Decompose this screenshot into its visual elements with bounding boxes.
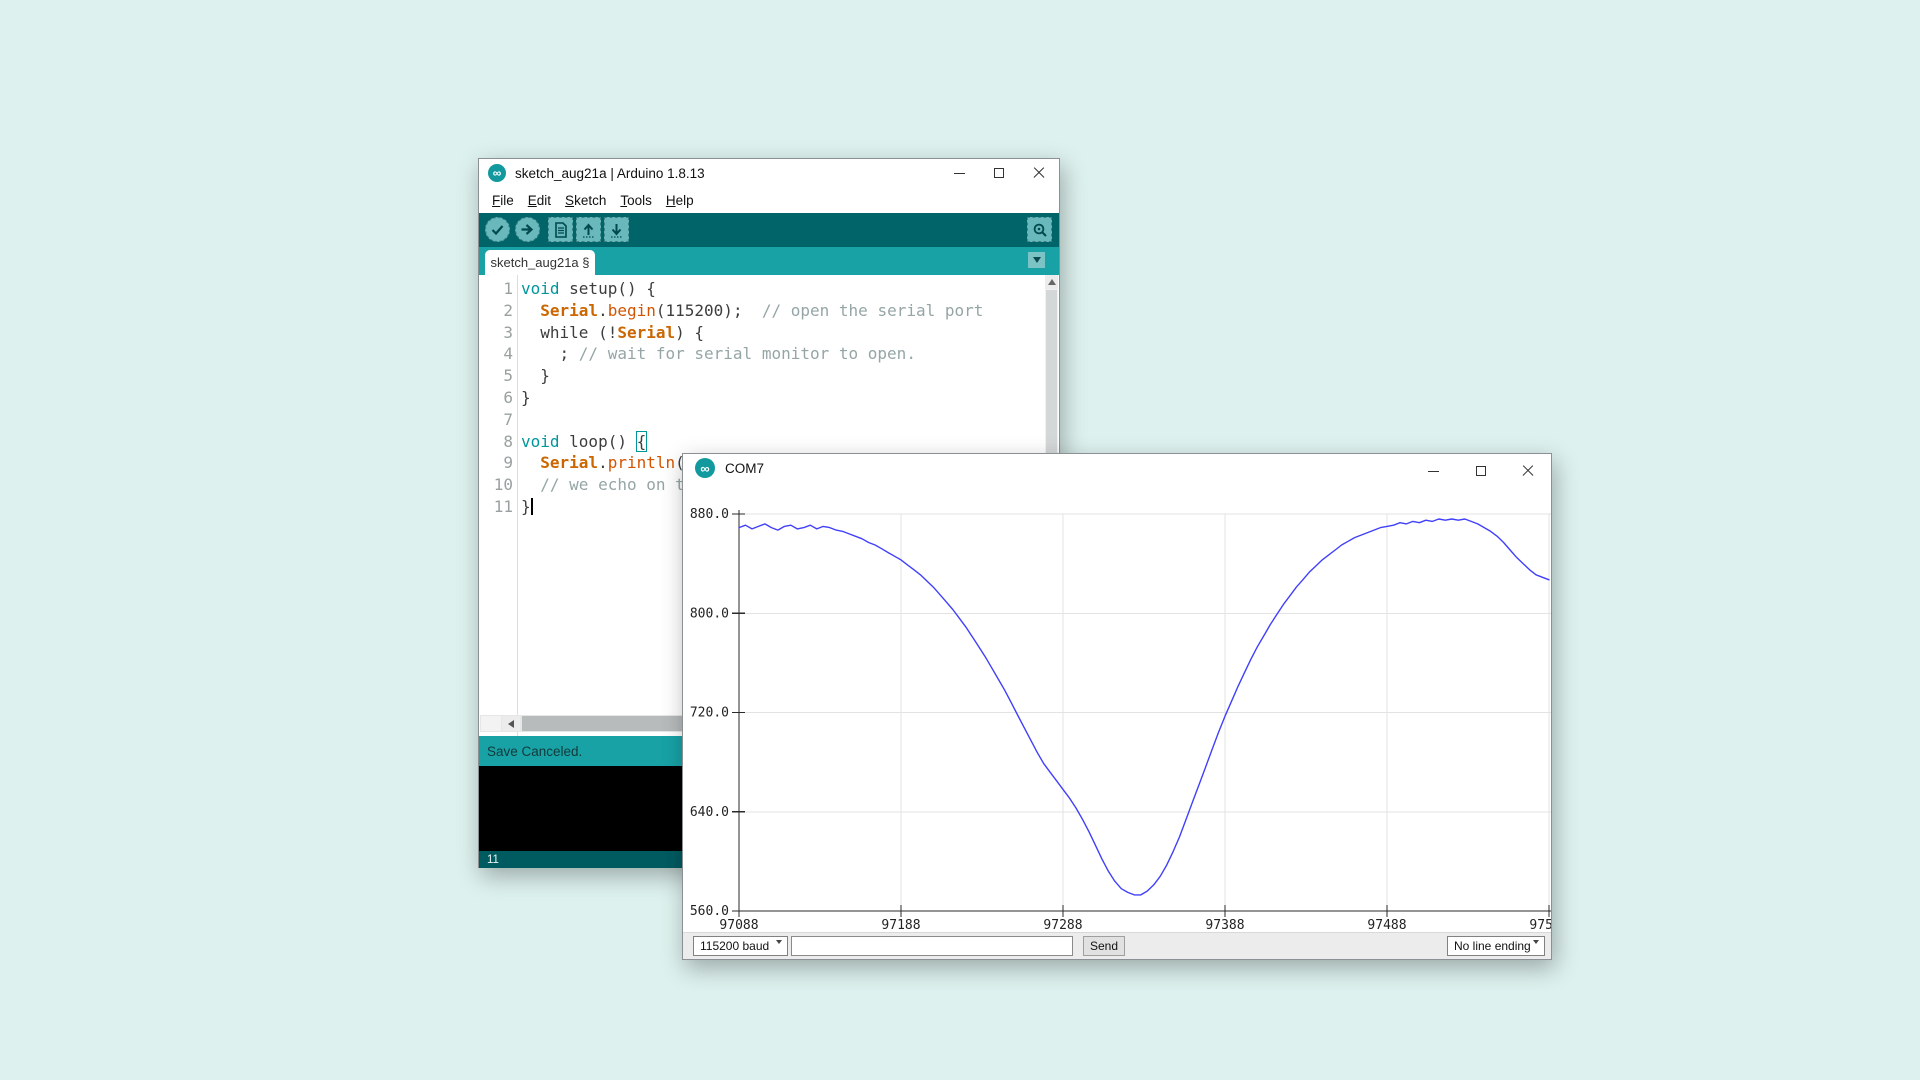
line-number: 8: [503, 431, 513, 451]
svg-text:97188: 97188: [881, 918, 920, 932]
line-number: 7: [503, 409, 513, 429]
plotter-minimize-button[interactable]: [1410, 454, 1457, 488]
menu-tools[interactable]: Tools: [613, 190, 659, 211]
ide-minimize-button[interactable]: [939, 159, 979, 187]
arrow-right-icon: [521, 224, 534, 235]
chevron-down-icon: [1032, 257, 1041, 263]
line-number: 3: [503, 322, 513, 342]
plotter-close-button[interactable]: [1504, 454, 1551, 488]
current-line-indicator: 11: [487, 853, 499, 866]
new-sketch-button[interactable]: [548, 217, 573, 242]
serial-plot-chart: 880.0 800.0 720.0 640.0 560.097088 97188 97288…: [690, 507, 1552, 933]
chevron-down-icon: [1533, 940, 1539, 958]
svg-text:97588: 97588: [1529, 918, 1552, 932]
ide-toolbar: [479, 213, 1059, 247]
svg-text:97088: 97088: [719, 918, 758, 932]
line-number: 1: [503, 279, 513, 298]
line-number: 10: [493, 475, 513, 495]
code-line-8: 8 void loop() {: [479, 430, 1059, 453]
svg-text:720.0: 720.0: [690, 706, 729, 721]
arduino-logo-icon: ∞: [488, 164, 506, 182]
svg-text:97488: 97488: [1367, 918, 1406, 932]
chevron-down-icon: [776, 940, 782, 958]
menu-help[interactable]: Help: [659, 190, 701, 211]
plot-area: 880.0 800.0 720.0 640.0 560.0 97088 97188 97288…: [683, 488, 1552, 933]
serial-plotter-window: ∞ COM7 880.0 800.0 720.0 640.0 560.0 97088 971…: [682, 453, 1552, 960]
svg-text:97388: 97388: [1205, 918, 1244, 932]
minimize-icon: [953, 172, 965, 174]
ide-maximize-button[interactable]: [979, 159, 1019, 187]
scrollbar-corner: [481, 716, 501, 731]
line-ending-value: No line ending: [1454, 939, 1531, 953]
line-number: 4: [503, 344, 513, 364]
tab-menu-button[interactable]: [1028, 252, 1045, 268]
arduino-logo-icon: ∞: [695, 458, 715, 478]
menu-edit[interactable]: Edit: [521, 190, 558, 211]
svg-text:880.0: 880.0: [690, 507, 729, 522]
code-line-3: 3 while (!Serial) {: [479, 322, 1059, 344]
tab-sketch-aug21a[interactable]: sketch_aug21a §: [485, 250, 595, 275]
menu-sketch[interactable]: Sketch: [558, 190, 613, 211]
plotter-window-title: COM7: [725, 460, 765, 476]
svg-text:800.0: 800.0: [690, 606, 729, 621]
scroll-up-button[interactable]: [1045, 275, 1058, 289]
line-number: 2: [503, 300, 513, 320]
menu-file[interactable]: File: [485, 190, 521, 211]
magnifier-icon: [1033, 223, 1047, 237]
line-ending-select[interactable]: No line ending: [1447, 936, 1545, 958]
code-line-6: 6}: [479, 387, 1059, 409]
svg-text:640.0: 640.0: [690, 805, 729, 820]
svg-text:560.0: 560.0: [690, 904, 729, 919]
close-icon: [1522, 465, 1534, 477]
ide-titlebar[interactable]: ∞ sketch_aug21a | Arduino 1.8.13: [479, 159, 1059, 187]
verify-button[interactable]: [485, 217, 510, 242]
line-number: 9: [503, 453, 513, 473]
new-document-icon: [554, 221, 567, 238]
serial-monitor-button[interactable]: [1027, 217, 1052, 242]
status-message: Save Canceled.: [487, 743, 583, 759]
ide-window-title: sketch_aug21a | Arduino 1.8.13: [515, 165, 705, 181]
send-button[interactable]: Send: [1083, 936, 1125, 956]
plotter-bottom-bar: 115200 baud Send No line ending: [683, 932, 1551, 959]
svg-text:97288: 97288: [1043, 918, 1082, 932]
open-sketch-button[interactable]: [576, 217, 601, 242]
code-line-2: 2 Serial.begin(115200); // open the seri…: [479, 300, 1059, 322]
maximize-icon: [994, 168, 1004, 178]
checkmark-icon: [491, 225, 504, 236]
ide-close-button[interactable]: [1019, 159, 1059, 187]
text-caret: [530, 498, 533, 515]
baud-rate-value: 115200 baud: [700, 939, 770, 953]
save-sketch-button[interactable]: [604, 217, 629, 242]
arrow-up-icon: [583, 222, 594, 238]
upload-button[interactable]: [515, 217, 540, 242]
arrow-up-icon: [1047, 279, 1056, 285]
plotter-maximize-button[interactable]: [1457, 454, 1504, 488]
desktop: ∞ sketch_aug21a | Arduino 1.8.13 File Edi…: [0, 0, 1920, 1080]
arrow-left-icon: [508, 719, 514, 728]
baud-rate-select[interactable]: 115200 baud: [693, 936, 788, 958]
code-line-7: 7: [479, 409, 1059, 431]
arrow-down-icon: [611, 223, 622, 238]
line-number: 5: [503, 366, 513, 386]
serial-send-input[interactable]: [791, 936, 1073, 956]
line-number: 11: [493, 497, 513, 516]
plotter-titlebar[interactable]: ∞ COM7: [683, 454, 1551, 482]
close-icon: [1033, 167, 1045, 179]
ide-tabstrip: sketch_aug21a §: [479, 247, 1059, 275]
line-number: 6: [503, 388, 513, 407]
ide-menubar: File Edit Sketch Tools Help: [479, 187, 1059, 213]
code-line-1: 1 void setup() {: [479, 278, 1059, 300]
minimize-icon: [1428, 470, 1439, 472]
maximize-icon: [1475, 466, 1486, 476]
code-line-5: 5 }: [479, 365, 1059, 387]
code-line-4: 4 ; // wait for serial monitor to open.: [479, 343, 1059, 365]
scroll-left-button[interactable]: [502, 716, 520, 731]
